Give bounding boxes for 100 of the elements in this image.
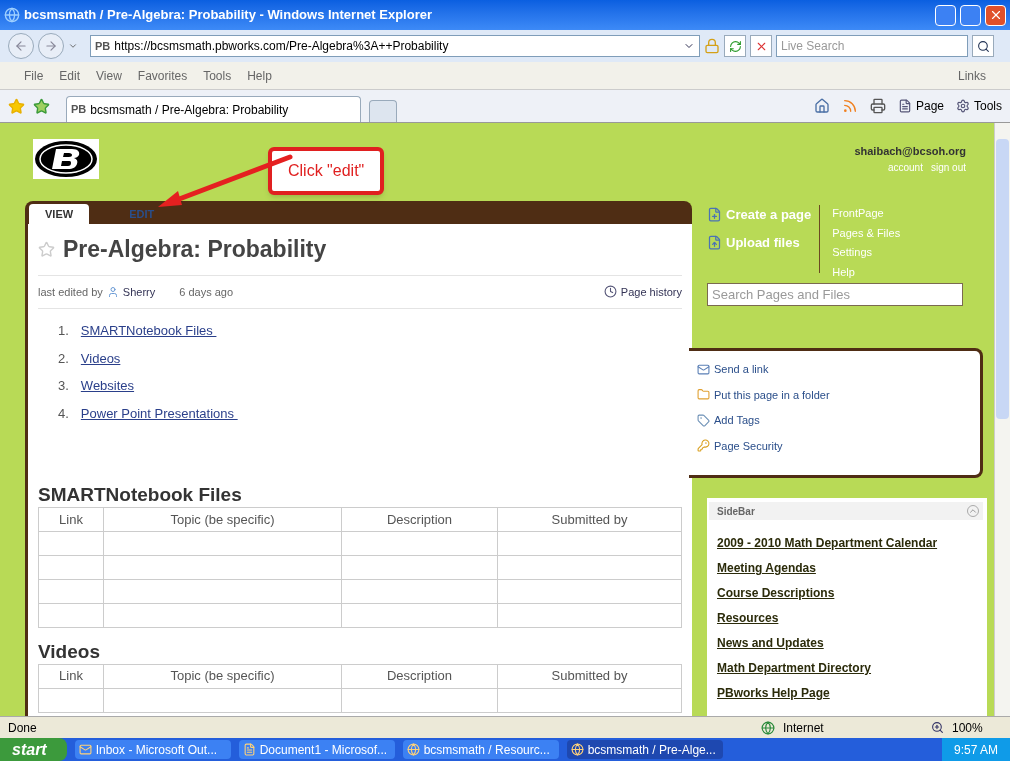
page-tab[interactable]: VIEW	[29, 204, 90, 224]
tag-icon	[697, 413, 710, 427]
menu-item[interactable]: Favorites	[137, 66, 188, 85]
contents-link[interactable]: SMARTNotebook Files	[80, 321, 217, 341]
taskbar-button[interactable]: bcsmsmath / Resourc...	[402, 740, 559, 759]
minimize-button[interactable]	[935, 4, 956, 26]
mail-icon	[697, 362, 710, 376]
add-favorite-icon[interactable]	[33, 97, 50, 115]
sidebar-title: SideBar	[717, 504, 755, 519]
refresh-button[interactable]	[724, 35, 746, 57]
document-icon	[242, 743, 256, 756]
sidebar-link[interactable]: Resources	[717, 609, 983, 627]
taskbar-button[interactable]: Document1 - Microsof...	[238, 740, 395, 759]
forward-button[interactable]	[38, 33, 64, 59]
site-label: PB	[95, 38, 111, 54]
sidebar-link[interactable]: PBworks Help Page	[717, 684, 983, 702]
contents-link[interactable]: Videos	[80, 348, 121, 368]
edited-time: 6 days ago	[179, 284, 234, 300]
clock-text: 9:57 AM	[941, 738, 1010, 761]
sidebar-link[interactable]: 2009 - 2010 Math Department Calendar	[717, 534, 983, 552]
key-icon	[697, 439, 710, 453]
contents-link[interactable]: Websites	[80, 376, 135, 396]
status-text: Done	[8, 719, 38, 737]
globe-icon	[406, 743, 420, 756]
column-header: Link	[38, 507, 104, 532]
browser-tab[interactable]: PB bcsmsmath / Pre-Algebra: Probability	[66, 96, 361, 122]
print-icon[interactable]	[869, 98, 886, 114]
edited-label: last edited by	[38, 284, 103, 300]
search-field[interactable]: Live Search	[776, 35, 968, 57]
menu-item[interactable]: Edit	[59, 66, 81, 85]
menu-item[interactable]: View	[96, 66, 122, 85]
file-icon	[707, 207, 722, 223]
links-label[interactable]: Links	[958, 66, 986, 85]
column-header: Link	[38, 664, 104, 688]
window-title: bcsmsmath / Pre-Algebra: Probability - Windows Internet Explorer	[24, 6, 433, 25]
page-icon	[897, 99, 912, 113]
section-heading: Videos	[38, 639, 101, 664]
search-field[interactable]: Search Pages and Files	[707, 283, 963, 306]
callout-label: Click "edit"	[268, 147, 385, 195]
list-number: 1.	[58, 322, 69, 340]
feed-icon[interactable]	[841, 98, 858, 114]
tab-title: bcsmsmath / Pre-Algebra: Probability	[90, 101, 289, 119]
zoom-level[interactable]: 100%	[952, 718, 1002, 737]
section-heading: SMARTNotebook Files	[38, 483, 243, 507]
list-number: 4.	[58, 404, 69, 423]
file-icon	[707, 234, 722, 250]
page-tool-link[interactable]: Send a link	[697, 361, 980, 378]
column-header: Topic (be specific)	[103, 507, 342, 532]
column-header: Description	[341, 507, 498, 532]
globe-icon	[761, 720, 775, 735]
back-button[interactable]	[8, 33, 34, 59]
favorites-star-icon[interactable]	[8, 97, 25, 115]
column-header: Description	[341, 664, 498, 688]
zoom-icon[interactable]	[931, 721, 944, 734]
home-icon[interactable]	[813, 98, 830, 114]
search-button[interactable]	[972, 35, 994, 57]
url-text: https://bcsmsmath.pbworks.com/Pre-Algebra%3A++Probability	[114, 38, 450, 55]
list-number: 2.	[58, 349, 69, 368]
taskbar-button[interactable]: Inbox - Microsoft Out...	[74, 740, 231, 759]
page-tool-link[interactable]: Put this page in a folder	[697, 386, 980, 403]
sidebar-link[interactable]: Meeting Agendas	[717, 559, 983, 577]
mail-icon	[78, 743, 92, 756]
sidebar-link[interactable]: Math Department Directory	[717, 659, 983, 677]
restore-button[interactable]	[960, 4, 981, 26]
lock-icon[interactable]	[704, 38, 720, 54]
browser-icon	[4, 7, 20, 23]
search-icon	[976, 39, 990, 53]
scrollbar[interactable]	[994, 123, 1010, 716]
page-tool-link[interactable]: Page Security	[697, 437, 980, 454]
page-tool-link[interactable]: Add Tags	[697, 412, 980, 429]
clock-icon	[603, 285, 617, 299]
star-icon[interactable]	[38, 240, 55, 258]
close-button[interactable]	[985, 4, 1006, 26]
stop-button[interactable]	[750, 35, 772, 57]
menu-item[interactable]: Tools	[203, 66, 232, 85]
column-header: Submitted by	[497, 664, 682, 688]
address-field[interactable]: PB https://bcsmsmath.pbworks.com/Pre-Algebra%3A++Probability	[90, 35, 700, 57]
logo	[33, 139, 99, 179]
new-tab-button[interactable]	[369, 100, 397, 122]
dropdown-icon[interactable]	[68, 41, 78, 51]
site-label: PB	[71, 102, 87, 118]
taskbar-button[interactable]: bcsmsmath / Pre-Alge...	[566, 740, 723, 759]
page-history-link[interactable]: Page history	[620, 283, 682, 300]
menu-item[interactable]: File	[24, 66, 44, 85]
page-menu-button[interactable]: Page	[897, 97, 944, 115]
folder-icon	[697, 388, 710, 402]
user-email: shaibach@bcsoh.org	[854, 144, 966, 159]
start-button[interactable]: start	[0, 738, 67, 761]
column-header: Topic (be specific)	[103, 664, 342, 688]
contents-link[interactable]: Power Point Presentations	[80, 403, 238, 423]
gear-icon	[956, 99, 970, 113]
column-header: Submitted by	[497, 507, 682, 532]
forward-arrow-icon	[44, 39, 58, 53]
zone-text: Internet	[783, 719, 825, 737]
tools-menu-button[interactable]: Tools	[956, 97, 1002, 115]
globe-icon	[570, 743, 584, 756]
sidebar-link[interactable]: Course Descriptions	[717, 584, 983, 602]
editor-link[interactable]: Sherry	[122, 283, 156, 300]
menu-item[interactable]: Help	[247, 66, 272, 85]
sidebar-link[interactable]: News and Updates	[717, 634, 983, 652]
